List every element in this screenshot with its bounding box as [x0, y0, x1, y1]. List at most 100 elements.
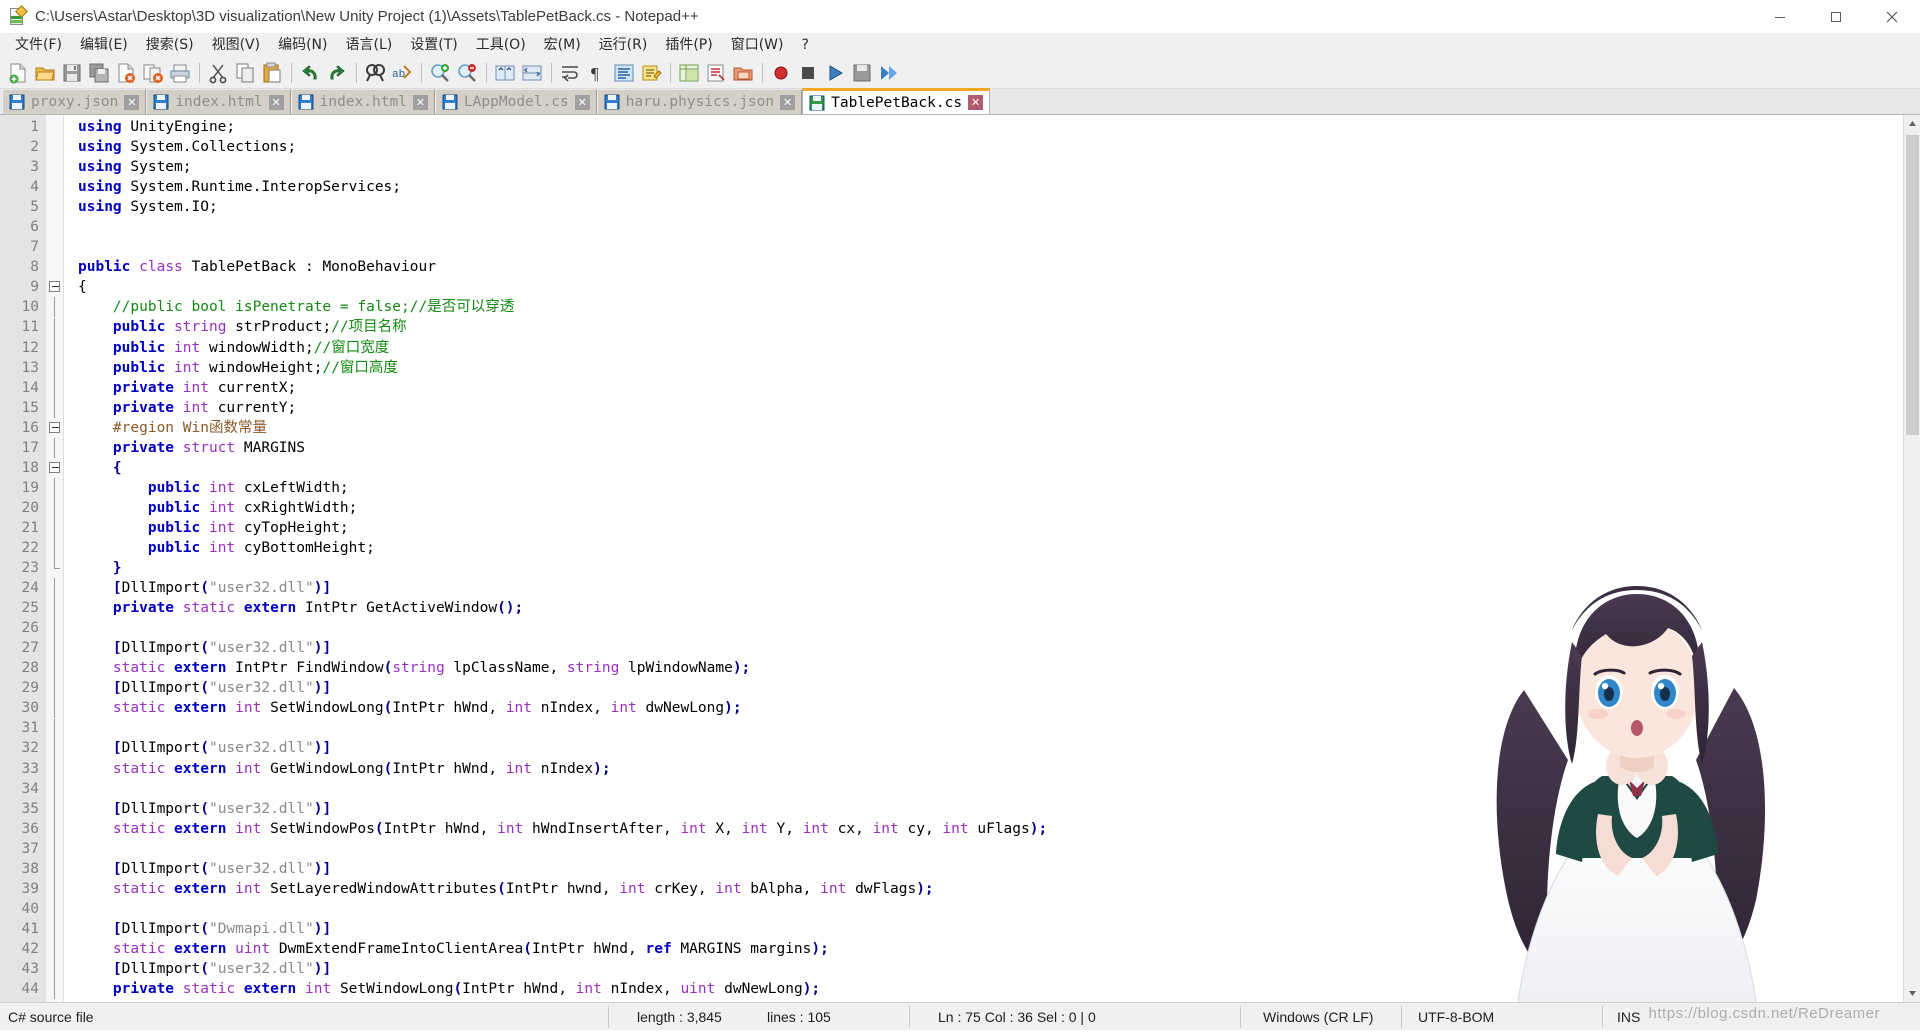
- code-token-pl: IntPtr FindWindow: [226, 660, 384, 677]
- code-token-kw: extern: [174, 880, 227, 897]
- fold-guide-line: [54, 939, 55, 960]
- code-token-pl: nIndex,: [532, 700, 611, 717]
- code-token-type: int: [174, 339, 201, 356]
- copy-icon[interactable]: [232, 60, 258, 86]
- toolbar-separator: [670, 62, 671, 83]
- fold-guide-line: [54, 818, 55, 839]
- scroll-up-arrow-icon[interactable]: [1904, 115, 1920, 132]
- find-icon[interactable]: [362, 60, 388, 86]
- code-text-area[interactable]: using UnityEngine; using System.Collectio…: [64, 115, 1920, 1002]
- doc-map-icon[interactable]: [676, 60, 702, 86]
- document-tab[interactable]: index.html ✕: [290, 89, 435, 114]
- close-button[interactable]: [1864, 0, 1920, 33]
- user-lang-icon[interactable]: [638, 60, 664, 86]
- code-token-str: "user32.dll": [208, 800, 314, 817]
- close-tab-icon[interactable]: ✕: [124, 94, 140, 110]
- document-tab[interactable]: proxy.json ✕: [2, 89, 147, 114]
- code-token-type: int: [680, 820, 707, 837]
- editor-area[interactable]: 1 2 3 4 5 6 7 8 9 10 11 12 13 14 15 16 17 18 19 20 21 22 23 24 2…: [0, 115, 1920, 1002]
- save-all-icon[interactable]: [86, 60, 112, 86]
- folder-workspace-icon[interactable]: [730, 60, 756, 86]
- close-tab-icon[interactable]: ✕: [780, 94, 796, 110]
- fold-guide-line: [54, 658, 55, 679]
- scroll-down-arrow-icon[interactable]: [1904, 985, 1920, 1002]
- maximize-button[interactable]: [1808, 0, 1864, 33]
- window-controls: [1752, 0, 1920, 33]
- fold-guide-line: [54, 778, 55, 799]
- record-macro-icon[interactable]: [768, 60, 794, 86]
- close-file-icon[interactable]: [113, 60, 139, 86]
- menu-window[interactable]: 窗口(W): [722, 34, 793, 56]
- close-tab-icon[interactable]: ✕: [268, 94, 284, 110]
- fold-collapse-icon[interactable]: [49, 461, 60, 473]
- vertical-scroll-thumb[interactable]: [1906, 135, 1919, 435]
- sync-v-scroll-icon[interactable]: [492, 60, 518, 86]
- minimize-button[interactable]: [1752, 0, 1808, 33]
- close-tab-icon[interactable]: ✕: [412, 94, 428, 110]
- menu-macro[interactable]: 宏(M): [535, 34, 590, 56]
- code-folding-margin[interactable]: [46, 115, 64, 1002]
- indent-guide-icon[interactable]: [611, 60, 637, 86]
- code-token-pl: lpClassName,: [444, 660, 567, 677]
- code-token-kw: public: [112, 319, 166, 336]
- menu-encoding[interactable]: 编码(N): [269, 34, 336, 56]
- line-number: 42: [21, 940, 39, 957]
- code-token-op: [: [112, 580, 122, 597]
- close-tab-icon[interactable]: ✕: [968, 95, 984, 110]
- fold-collapse-icon[interactable]: [49, 281, 60, 293]
- code-line: public string strProduct;//项目名称: [78, 317, 1920, 337]
- code-token-op: );: [593, 760, 611, 777]
- fold-guide-line: [54, 437, 55, 458]
- print-icon[interactable]: [167, 60, 193, 86]
- redo-icon[interactable]: [324, 60, 350, 86]
- func-list-icon[interactable]: [703, 60, 729, 86]
- run-macro-icon[interactable]: [876, 60, 902, 86]
- stop-macro-icon[interactable]: [795, 60, 821, 86]
- show-all-chars-icon[interactable]: ¶: [584, 60, 610, 86]
- code-line: using System.Runtime.InteropServices;: [78, 177, 1920, 197]
- document-tab[interactable]: index.html ✕: [146, 89, 291, 114]
- menu-file[interactable]: 文件(F): [6, 34, 71, 56]
- menu-tools[interactable]: 工具(O): [467, 34, 535, 56]
- line-number: 37: [21, 840, 39, 857]
- menu-run[interactable]: 运行(R): [590, 34, 657, 56]
- code-token-pl: IntPtr hWnd,: [383, 820, 498, 837]
- code-token-kw: private: [112, 379, 175, 396]
- menu-help[interactable]: ?: [793, 34, 818, 56]
- open-folder-icon[interactable]: [32, 60, 58, 86]
- vertical-scrollbar[interactable]: [1903, 115, 1920, 1002]
- word-wrap-icon[interactable]: [557, 60, 583, 86]
- code-token-type: static: [182, 600, 236, 617]
- cut-icon[interactable]: [205, 60, 231, 86]
- fold-collapse-icon[interactable]: [49, 421, 60, 433]
- menu-settings[interactable]: 设置(T): [401, 34, 466, 56]
- document-tab[interactable]: haru.physics.json ✕: [596, 89, 803, 114]
- document-tab[interactable]: LAppModel.cs ✕: [434, 89, 597, 114]
- play-macro-icon[interactable]: [822, 60, 848, 86]
- code-token-kw: extern: [174, 700, 227, 717]
- code-token-type: uint: [680, 981, 716, 998]
- line-number: 32: [21, 740, 39, 757]
- close-tab-icon[interactable]: ✕: [574, 94, 590, 110]
- zoom-in-icon[interactable]: [427, 60, 453, 86]
- save-icon[interactable]: [59, 60, 85, 86]
- menu-search[interactable]: 搜索(S): [137, 34, 203, 56]
- line-number: 14: [21, 379, 39, 396]
- paste-icon[interactable]: [259, 60, 285, 86]
- menu-edit[interactable]: 编辑(E): [71, 34, 137, 56]
- document-tab-active[interactable]: TablePetBack.cs ✕: [802, 88, 991, 114]
- sync-h-scroll-icon[interactable]: [519, 60, 545, 86]
- replace-icon[interactable]: ab: [389, 60, 415, 86]
- new-file-icon[interactable]: [5, 60, 31, 86]
- undo-icon[interactable]: [297, 60, 323, 86]
- save-macro-icon[interactable]: [849, 60, 875, 86]
- menu-view[interactable]: 视图(V): [203, 34, 270, 56]
- close-all-icon[interactable]: [140, 60, 166, 86]
- zoom-out-icon[interactable]: [454, 60, 480, 86]
- menu-plugins[interactable]: 插件(P): [656, 34, 721, 56]
- code-token-type: static: [182, 981, 236, 998]
- menu-language[interactable]: 语言(L): [337, 34, 402, 56]
- code-token-op: );: [802, 981, 821, 998]
